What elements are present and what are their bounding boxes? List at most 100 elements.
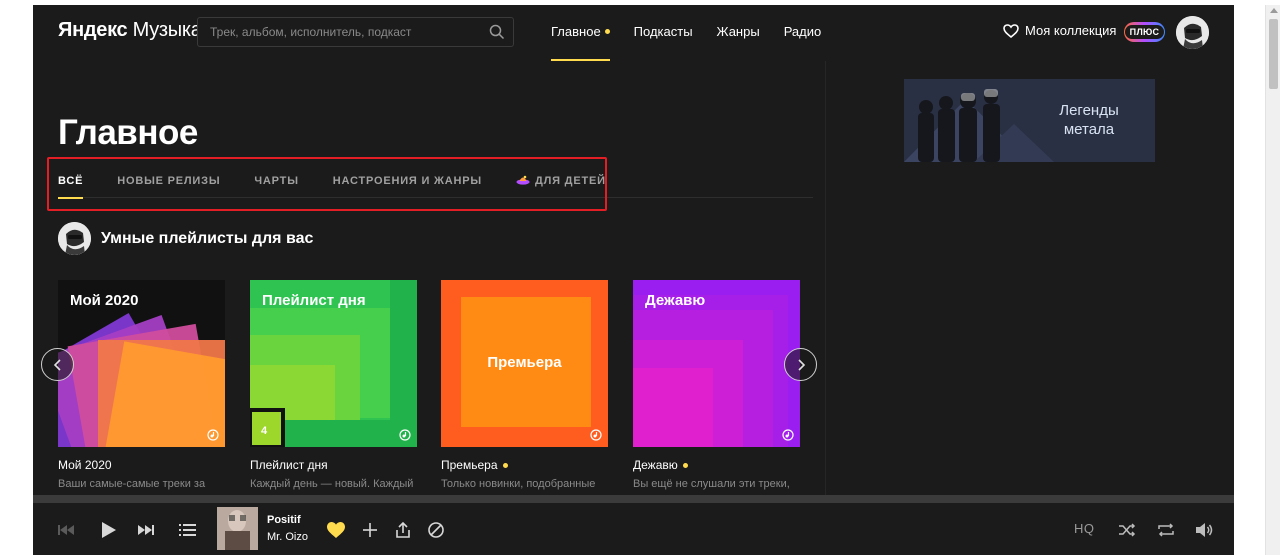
search-input[interactable] xyxy=(198,18,478,46)
new-indicator-dot xyxy=(604,29,610,35)
section-title: Умные плейлисты для вас xyxy=(101,229,314,247)
playlist-card-daily[interactable]: Плейлист дня 4 Плейлист дня Каждый день … xyxy=(250,280,417,490)
playlist-card-premiere[interactable]: Премьера Премьера Только новинки, подобр… xyxy=(441,280,608,490)
tab-moods-genres[interactable]: НАСТРОЕНИЯ И ЖАНРЫ xyxy=(333,171,482,198)
share-icon[interactable] xyxy=(393,520,413,540)
carousel-next-button[interactable] xyxy=(784,348,817,381)
logo-brand: Яндекс xyxy=(58,19,128,41)
nav-item-label: Радио xyxy=(783,24,822,39)
track-title[interactable]: Positif xyxy=(267,514,301,526)
music-note-icon xyxy=(590,429,602,441)
playlist-name[interactable]: Дежавю xyxy=(633,458,800,472)
tab-label: НАСТРОЕНИЯ И ЖАНРЫ xyxy=(332,175,482,187)
new-indicator-dot xyxy=(502,462,508,468)
like-heart-icon[interactable] xyxy=(326,520,346,540)
playlist-description: Вы ещё не слушали эти треки, xyxy=(633,478,790,490)
main-nav: Главное Подкасты Жанры Радио xyxy=(551,5,845,61)
music-note-icon xyxy=(782,429,794,441)
playlist-name[interactable]: Премьера xyxy=(441,458,608,472)
playlist-name-text: Дежавю xyxy=(633,458,678,472)
collection-label: Моя коллекция xyxy=(1025,23,1117,38)
app-window: Яндекс Музыка Главное Подкасты Жанры Рад… xyxy=(33,5,1234,555)
tab-all[interactable]: ВСЁ xyxy=(58,171,84,199)
new-indicator-dot xyxy=(682,462,688,468)
repeat-icon[interactable] xyxy=(1156,520,1176,540)
nav-item-genres[interactable]: Жанры xyxy=(717,5,760,61)
tab-label: НОВЫЕ РЕЛИЗЫ xyxy=(117,175,221,187)
playlist-name-text: Плейлист дня xyxy=(250,458,328,472)
header: Яндекс Музыка Главное Подкасты Жанры Рад… xyxy=(33,5,1234,61)
tab-charts[interactable]: ЧАРТЫ xyxy=(254,171,298,198)
page-scrollbar[interactable] xyxy=(1265,5,1280,555)
playlist-cover[interactable]: Плейлист дня 4 xyxy=(250,280,417,447)
nav-item-label: Главное xyxy=(551,24,601,39)
banner-text: Легенды металa xyxy=(1059,102,1119,138)
heart-icon xyxy=(1003,23,1019,38)
nav-item-radio[interactable]: Радио xyxy=(784,5,822,61)
tab-label: ВСЁ xyxy=(58,175,84,187)
tab-label: ЧАРТЫ xyxy=(254,175,299,187)
previous-track-icon[interactable] xyxy=(56,520,76,540)
section-header: Умные плейлисты для вас xyxy=(58,222,313,255)
search-icon[interactable] xyxy=(489,24,505,40)
page-margin xyxy=(0,0,33,555)
block-icon[interactable] xyxy=(426,520,446,540)
playlist-cover[interactable]: Мой 2020 xyxy=(58,280,225,447)
playlist-name-text: Мой 2020 xyxy=(58,458,112,472)
cover-title: Плейлист дня xyxy=(262,292,366,309)
add-icon[interactable] xyxy=(360,520,380,540)
playlist-description: Только новинки, подобранные xyxy=(441,478,596,490)
playlist-name[interactable]: Плейлист дня xyxy=(250,458,417,472)
content-tabs: ВСЁ НОВЫЕ РЕЛИЗЫ ЧАРТЫ НАСТРОЕНИЯ И ЖАНР… xyxy=(58,171,813,199)
music-note-icon xyxy=(399,429,411,441)
volume-icon[interactable] xyxy=(1194,520,1214,540)
playlist-name-text: Премьера xyxy=(441,458,498,472)
kids-ufo-icon xyxy=(516,175,530,185)
tab-kids[interactable]: ДЛЯ ДЕТЕЙ xyxy=(516,171,606,198)
shuffle-icon[interactable] xyxy=(1117,520,1137,540)
music-note-icon xyxy=(207,429,219,441)
tab-new-releases[interactable]: НОВЫЕ РЕЛИЗЫ xyxy=(117,171,220,198)
logo-product: Музыка xyxy=(132,19,202,41)
logo[interactable]: Яндекс Музыка xyxy=(58,19,202,42)
next-track-icon[interactable] xyxy=(136,520,156,540)
play-icon[interactable] xyxy=(98,520,118,540)
playlist-card-my-2020[interactable]: Мой 2020 Мой 2020 Ваши самые-самые треки… xyxy=(58,280,225,490)
playlist-cover[interactable]: Премьера xyxy=(441,280,608,447)
playlist-card-dejavu[interactable]: Дежавю Дежавю Вы ещё не слушали эти трек… xyxy=(633,280,800,490)
track-artist[interactable]: Mr. Oizo xyxy=(267,531,308,543)
section-avatar xyxy=(58,222,91,255)
promo-banner[interactable]: Легенды металa xyxy=(904,79,1155,162)
user-avatar[interactable] xyxy=(1176,16,1209,49)
quality-toggle[interactable]: HQ xyxy=(1074,521,1095,536)
player-bar: Positif Mr. Oizo HQ xyxy=(33,503,1234,555)
album-art xyxy=(217,507,258,550)
nav-item-main[interactable]: Главное xyxy=(551,5,610,61)
playlist-description: Ваши самые-самые треки за xyxy=(58,478,206,490)
playlist-queue-icon[interactable] xyxy=(178,520,198,540)
tab-label: ДЛЯ ДЕТЕЙ xyxy=(534,175,606,187)
chevron-right-icon xyxy=(797,358,805,371)
track-progress-bar[interactable] xyxy=(33,495,1234,503)
avatar-image xyxy=(1176,16,1209,49)
track-cover-image[interactable] xyxy=(217,507,258,550)
cover-title: Премьера xyxy=(487,354,562,371)
avatar-image xyxy=(58,222,91,255)
page-title: Главное xyxy=(58,113,198,152)
nav-item-label: Жанры xyxy=(716,24,760,39)
search-box[interactable] xyxy=(197,17,514,47)
scroll-up-arrow-icon[interactable] xyxy=(1270,8,1278,13)
nav-item-label: Подкасты xyxy=(633,24,693,39)
column-divider xyxy=(825,61,826,495)
plus-badge[interactable]: ПЛЮС xyxy=(1124,22,1165,42)
playlist-description: Каждый день — новый. Каждый xyxy=(250,478,414,490)
chevron-left-icon xyxy=(53,358,61,371)
scrollbar-thumb[interactable] xyxy=(1269,19,1278,89)
carousel-prev-button[interactable] xyxy=(41,348,74,381)
cover-number: 4 xyxy=(261,425,268,437)
playlist-cover[interactable]: Дежавю xyxy=(633,280,800,447)
playlist-name[interactable]: Мой 2020 xyxy=(58,458,225,472)
my-collection-link[interactable]: Моя коллекция xyxy=(1003,23,1116,38)
nav-item-podcasts[interactable]: Подкасты xyxy=(634,5,693,61)
plus-label: ПЛЮС xyxy=(1124,25,1165,39)
